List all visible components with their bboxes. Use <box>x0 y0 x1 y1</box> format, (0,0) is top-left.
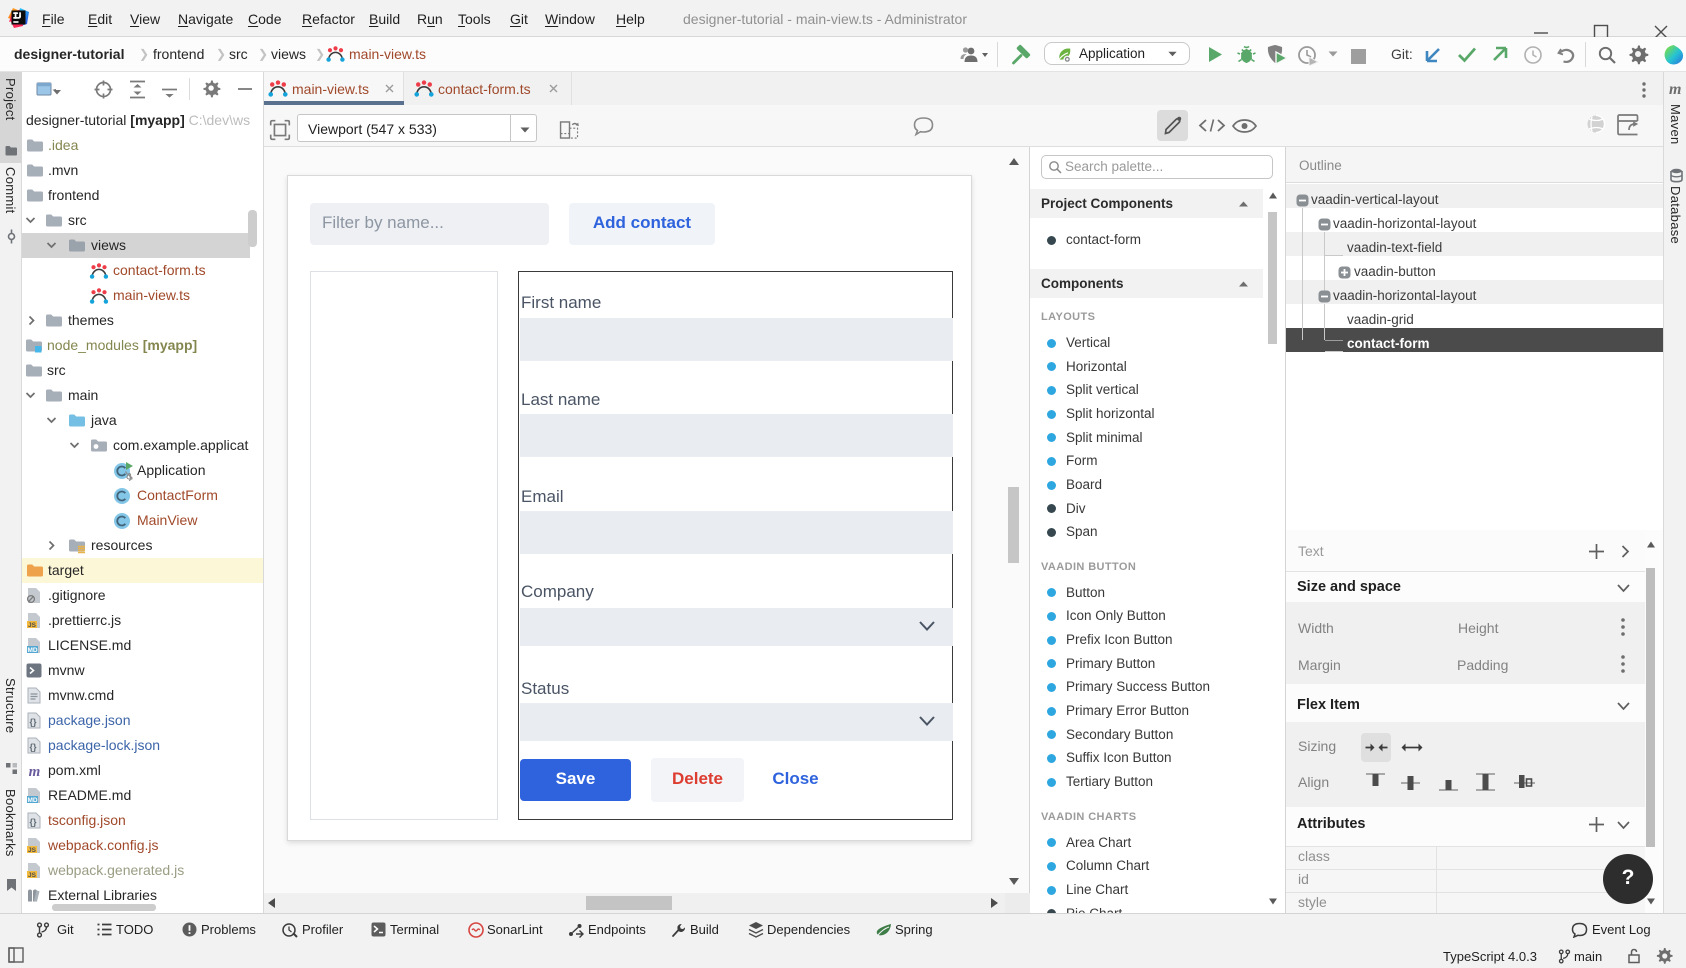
svg-text:{}: {} <box>29 717 37 727</box>
svg-text:JS: JS <box>28 622 37 629</box>
svg-text:JS: JS <box>28 872 37 879</box>
svg-text:m: m <box>29 764 41 779</box>
svg-text:JS: JS <box>28 847 37 854</box>
svg-text:MD: MD <box>27 797 37 804</box>
svg-text:MD: MD <box>27 647 37 654</box>
svg-text:{}: {} <box>29 817 37 827</box>
svg-text:{}: {} <box>29 742 37 752</box>
